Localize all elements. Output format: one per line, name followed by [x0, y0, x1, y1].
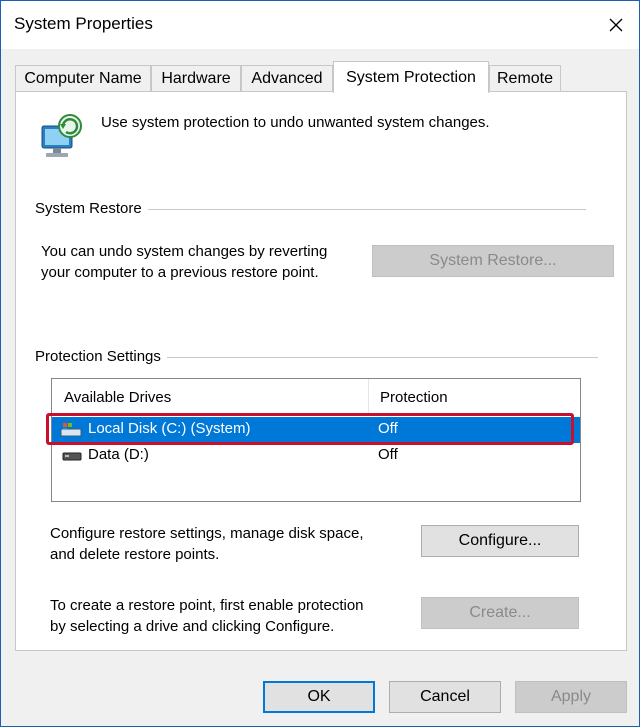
system-restore-description: You can undo system changes by reverting… [41, 241, 327, 283]
system-restore-group-label: System Restore [35, 200, 148, 217]
tab-label: Hardware [161, 70, 231, 87]
configure-button[interactable]: Configure... [421, 525, 579, 557]
button-label: Configure... [458, 532, 542, 549]
system-restore-button[interactable]: System Restore... [372, 245, 614, 277]
list-header: Available Drives Protection [52, 379, 580, 415]
tab-label: Remote [496, 70, 554, 87]
tab-system-protection[interactable]: System Protection [333, 61, 489, 93]
close-icon [609, 18, 623, 32]
column-header-label: Protection [380, 388, 448, 406]
button-label: System Restore... [429, 252, 557, 269]
available-drives-list[interactable]: Available Drives Protection Local Disk (… [51, 378, 581, 502]
description-line: your computer to a previous restore poin… [41, 264, 319, 281]
window-title: System Properties [14, 14, 153, 33]
button-label: Cancel [420, 688, 470, 705]
drive-protection-status: Off [378, 420, 398, 437]
drive-icon-system [60, 423, 82, 437]
tab-label: System Protection [346, 68, 476, 86]
drive-protection-status: Off [378, 446, 398, 463]
description-line: Configure restore settings, manage disk … [50, 525, 364, 542]
apply-button[interactable]: Apply [515, 681, 627, 713]
description-line: You can undo system changes by reverting [41, 243, 328, 260]
tab-label: Advanced [251, 70, 323, 87]
drive-icon [62, 452, 82, 461]
tab-computer-name[interactable]: Computer Name [15, 65, 151, 92]
description-line: by selecting a drive and clicking Config… [50, 618, 335, 635]
ok-button[interactable]: OK [263, 681, 375, 713]
tab-advanced[interactable]: Advanced [241, 65, 333, 92]
button-label: Apply [550, 688, 592, 705]
create-description: To create a restore point, first enable … [50, 595, 364, 637]
system-protection-icon [41, 114, 82, 157]
tab-hardware[interactable]: Hardware [151, 65, 241, 92]
configure-description: Configure restore settings, manage disk … [50, 523, 364, 565]
drive-row-c[interactable]: Local Disk (C:) (System) Off [52, 417, 580, 443]
tab-remote[interactable]: Remote [489, 65, 561, 92]
description-line: and delete restore points. [50, 546, 220, 563]
intro-text: Use system protection to undo unwanted s… [101, 114, 490, 131]
close-button[interactable] [593, 1, 639, 49]
drive-row-d[interactable]: Data (D:) Off [52, 443, 580, 469]
tab-label: Computer Name [24, 70, 142, 87]
button-label: OK [307, 688, 331, 705]
description-line: To create a restore point, first enable … [50, 597, 364, 614]
column-header-protection[interactable]: Protection [368, 379, 580, 415]
column-header-label: Available Drives [64, 388, 172, 406]
title-bar: System Properties [1, 1, 639, 49]
drive-name: Local Disk (C:) (System) [88, 420, 251, 437]
protection-settings-group-label: Protection Settings [35, 348, 167, 365]
button-label: Create... [469, 604, 531, 621]
system-protection-panel: Use system protection to undo unwanted s… [15, 91, 627, 651]
drive-name: Data (D:) [88, 446, 149, 463]
tab-strip: Computer Name Hardware Advanced System P… [15, 61, 627, 93]
create-button[interactable]: Create... [421, 597, 579, 629]
column-header-drives[interactable]: Available Drives [52, 379, 368, 415]
cancel-button[interactable]: Cancel [389, 681, 501, 713]
system-properties-window: System Properties Computer Name Hardware… [0, 0, 640, 727]
